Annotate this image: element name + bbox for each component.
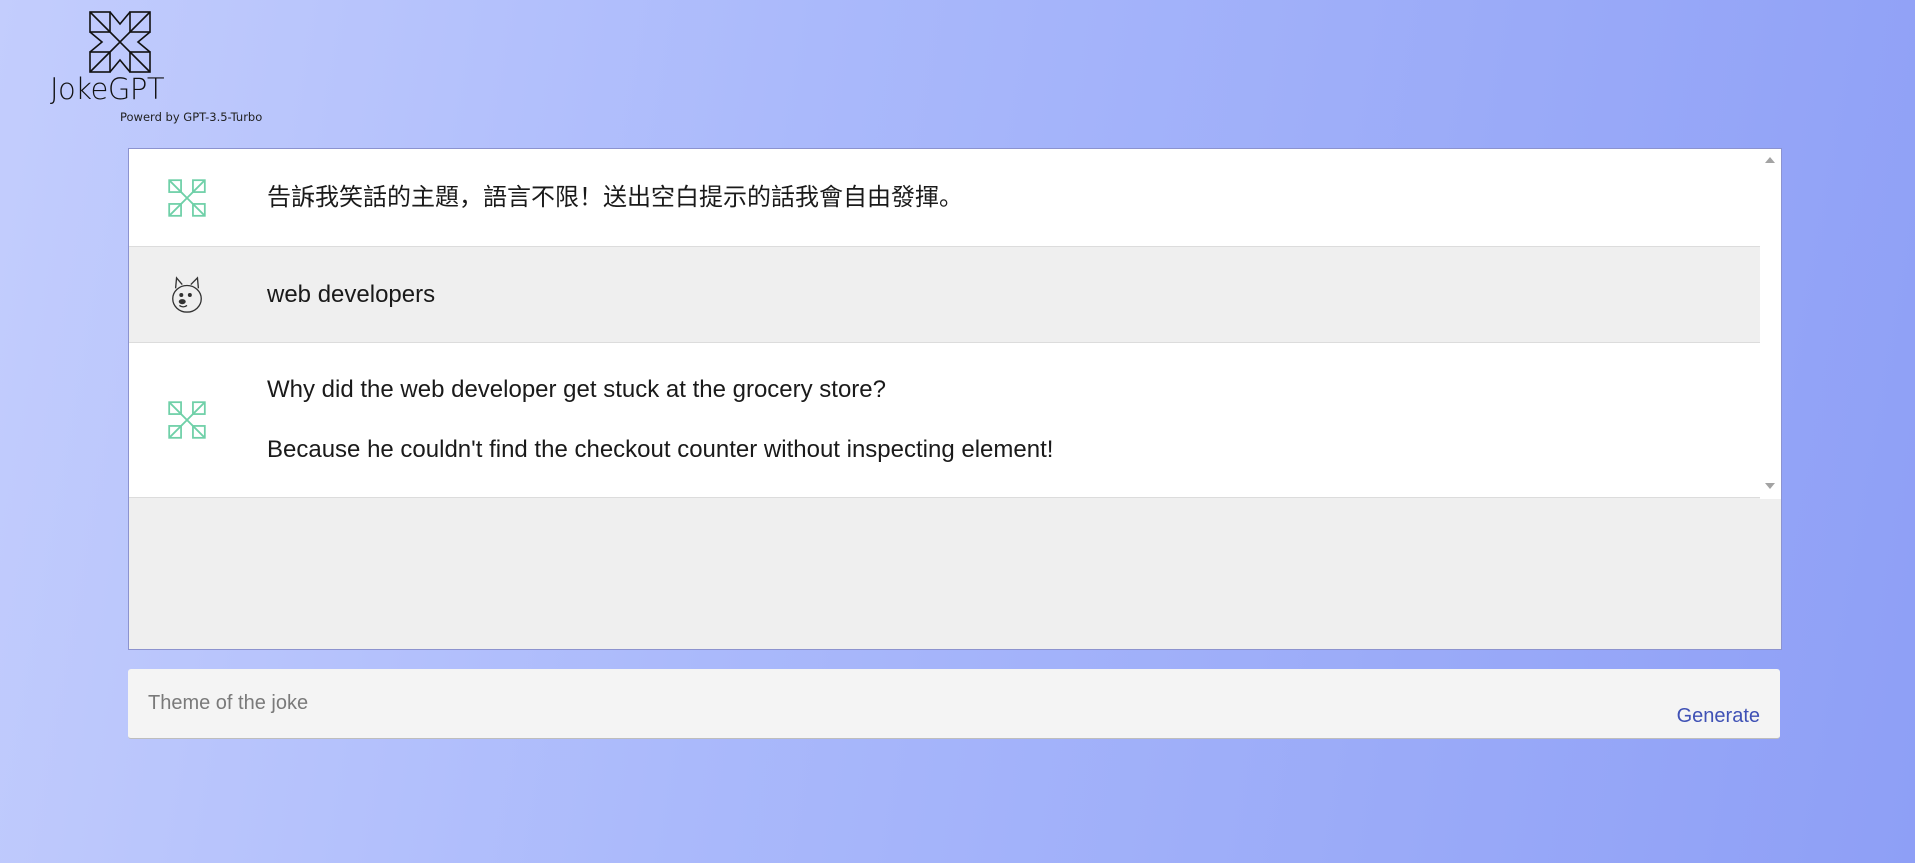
app-title: JokeGPT [50,72,165,106]
jokegpt-logo-icon [89,11,151,73]
doge-icon [172,275,202,313]
generate-button[interactable]: Generate [1677,705,1760,728]
scrollbar[interactable] [1760,149,1781,499]
prompt-bar: Generate [128,669,1780,739]
app-subtitle: Powerd by GPT-3.5-Turbo [120,110,263,124]
message-text: Why did the web developer get stuck at t… [267,375,1053,465]
message-paragraph: Why did the web developer get stuck at t… [267,376,886,403]
jokegpt-logo-icon [168,178,206,217]
message-paragraph: web developers [267,280,436,308]
brand-logo: JokeGPT Powerd by GPT-3.5-Turbo [50,10,280,125]
message-text: web developers [267,280,435,310]
message-paragraph: Because he couldn't find the checkout co… [267,436,1054,463]
message-list[interactable]: 告訴我笑話的主題，語言不限！送出空白提示的話我會自由發揮。 web develo… [129,149,1760,649]
message-bot: Why did the web developer get stuck at t… [129,343,1760,498]
user-avatar [157,265,217,325]
message-paragraph: 告訴我笑話的主題，語言不限！送出空白提示的話我會自由發揮。 [267,183,963,211]
message-text: 告訴我笑話的主題，語言不限！送出空白提示的話我會自由發揮。 [267,183,963,213]
message-user: web developers [129,247,1760,343]
jokegpt-logo-icon [168,401,206,439]
message-bot: 告訴我笑話的主題，語言不限！送出空白提示的話我會自由發揮。 [129,149,1760,247]
bot-avatar [157,390,217,450]
scroll-down-arrow-icon[interactable] [1765,483,1775,489]
bot-avatar [157,168,217,228]
chat-panel: 告訴我笑話的主題，語言不限！送出空白提示的話我會自由發揮。 web develo… [128,148,1782,650]
scroll-up-arrow-icon[interactable] [1765,157,1775,163]
joke-theme-input[interactable] [148,685,1548,721]
